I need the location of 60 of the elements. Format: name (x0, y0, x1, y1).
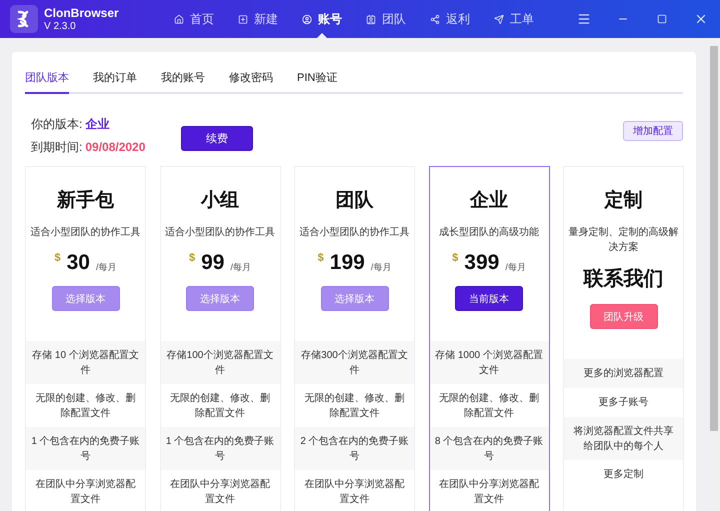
home-icon (174, 12, 184, 26)
price-unit: /每月 (370, 261, 392, 274)
feature-row: 存储100个浏览器配置文件 (160, 341, 280, 384)
feature-row: 存储300个浏览器配置文件 (295, 341, 414, 384)
nav-item[interactable]: 团队 (354, 0, 418, 38)
plan-name: 定制 (604, 188, 642, 213)
plus-square-icon (238, 12, 248, 26)
app-version: V 2.3.0 (44, 21, 77, 32)
version-value: 企业 (85, 116, 110, 133)
plan-name: 小组 (201, 189, 239, 213)
paper-plane-icon (494, 12, 504, 26)
tab[interactable]: PIN验证 (297, 66, 338, 94)
feature-row: 将浏览器配置文件共享给团队中的每个人 (564, 417, 683, 460)
plan-description: 适合小型团队的协作工具 (164, 226, 276, 240)
currency-sign: $ (54, 252, 61, 264)
plan-description: 成长型团队的高级功能 (438, 226, 540, 240)
currency-sign: $ (318, 252, 324, 264)
feature-row: 8 个包含在内的免费子账号 (430, 427, 548, 470)
plan-description: 量身定制、定制的高级解决方案 (568, 226, 680, 255)
plan-price: 199 (330, 252, 365, 274)
feature-row: 1 个包含在内的免费子账号 (26, 427, 145, 470)
tab[interactable]: 修改密码 (229, 66, 273, 94)
plan-price: 99 (201, 252, 224, 274)
nav-item[interactable]: 返利 (418, 0, 482, 38)
user-circle-icon (302, 12, 312, 26)
contact-card-icon (366, 12, 376, 26)
plan-button[interactable]: 当前版本 (455, 286, 523, 311)
add-config-button[interactable]: 增加配置 (623, 121, 683, 141)
feature-row: 存储 10 个浏览器配置文件 (26, 341, 145, 384)
contact-text: 联系我们 (584, 267, 664, 292)
currency-sign: $ (452, 252, 458, 264)
nav-item[interactable]: 首页 (162, 0, 226, 38)
feature-row: 2 个包含在内的免费子账号 (295, 427, 414, 470)
price-unit: /每月 (505, 261, 526, 274)
plan-description: 适合小型团队的协作工具 (298, 226, 410, 240)
tab[interactable]: 我的订单 (93, 66, 137, 94)
plan-description: 适合小型团队的协作工具 (30, 226, 142, 240)
plan-name: 新手包 (57, 188, 114, 213)
tab[interactable]: 团队版本 (25, 66, 69, 94)
feature-row: 存储 1000 个浏览器配置文件 (430, 341, 548, 384)
renew-button[interactable]: 续费 (181, 126, 253, 151)
share-icon (430, 12, 440, 26)
app-name: ClonBrowser (44, 6, 120, 20)
expiry-date: 09/08/2020 (85, 140, 146, 154)
expiry-label: 到期时间: (31, 139, 82, 156)
feature-row: 更多的浏览器配置 (564, 359, 683, 388)
version-label: 你的版本: (31, 116, 82, 133)
plan-price: 30 (66, 252, 90, 274)
plan-price: 399 (464, 252, 500, 274)
nav-item[interactable]: 工单 (482, 0, 546, 38)
price-unit: /每月 (96, 261, 116, 274)
logo-icon (10, 5, 38, 33)
plan-name: 团队 (336, 189, 374, 213)
plan-name: 企业 (470, 189, 508, 213)
price-unit: /每月 (230, 261, 251, 274)
nav-item[interactable]: 新建 (226, 0, 290, 38)
tab[interactable]: 我的账号 (161, 66, 205, 94)
nav-item[interactable]: 账号 (290, 0, 354, 38)
feature-row: 1 个包含在内的免费子账号 (160, 427, 280, 470)
currency-sign: $ (189, 252, 196, 264)
